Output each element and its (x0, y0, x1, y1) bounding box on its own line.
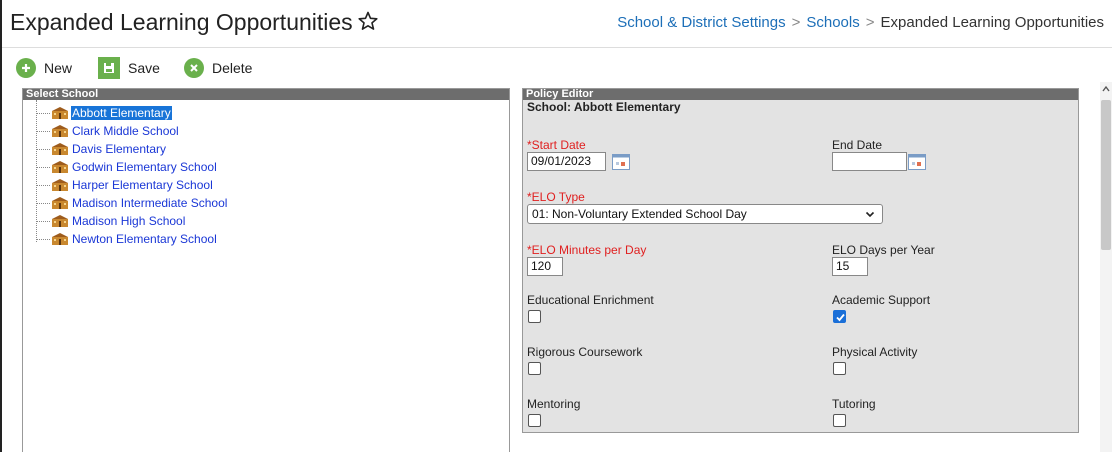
elo-minutes-label: *ELO Minutes per Day (527, 243, 647, 257)
checkmark-icon (836, 313, 845, 322)
scrollbar-thumb[interactable] (1101, 100, 1111, 250)
selected-school-label: School: Abbott Elementary (527, 100, 681, 114)
checkbox-label: Tutoring (832, 397, 876, 411)
app-window: Expanded Learning Opportunities School &… (0, 0, 1112, 452)
tree-item-school[interactable]: Abbott Elementary (23, 104, 509, 122)
tree-connector (36, 239, 50, 240)
tree-connector (36, 149, 50, 150)
new-button-label: New (44, 60, 73, 76)
school-building-icon (52, 179, 68, 191)
x-circle-icon (184, 58, 204, 78)
tree-item-school[interactable]: Madison High School (23, 212, 509, 230)
tree-item-label: Abbott Elementary (71, 106, 172, 120)
tree-item-school[interactable]: Madison Intermediate School (23, 194, 509, 212)
floppy-disk-icon (98, 57, 120, 79)
tree-item-label: Harper Elementary School (72, 178, 213, 192)
elo-type-label: *ELO Type (527, 190, 585, 204)
scroll-up-arrow-icon[interactable] (1101, 84, 1111, 94)
policy-editor-heading: Policy Editor (523, 89, 1078, 100)
new-button[interactable]: New (14, 56, 72, 80)
school-building-icon (52, 125, 68, 137)
chevron-right-icon: > (865, 14, 875, 31)
tree-connector (36, 113, 50, 114)
tree-item-label: Newton Elementary School (72, 232, 217, 246)
calendar-icon[interactable] (612, 154, 630, 170)
calendar-icon[interactable] (908, 154, 926, 170)
tree-connector (36, 203, 50, 204)
start-date-input[interactable]: 09/01/2023 (527, 152, 606, 171)
checkbox-label: Academic Support (832, 293, 931, 307)
tree-item-label: Clark Middle School (72, 124, 179, 138)
tree-connector (36, 185, 50, 186)
school-tree: Abbott Elementary Clark Middle School Davi… (23, 100, 509, 248)
breadcrumb-current: Expanded Learning Opportunities (880, 14, 1105, 31)
delete-button-label: Delete (212, 60, 253, 76)
tree-item-school[interactable]: Davis Elementary (23, 140, 509, 158)
end-date-input[interactable] (832, 152, 907, 171)
breadcrumb-link-schools[interactable]: Schools (806, 14, 859, 31)
school-building-icon (52, 107, 68, 119)
tree-item-label: Madison Intermediate School (72, 196, 228, 210)
tree-item-school[interactable]: Harper Elementary School (23, 176, 509, 194)
tree-connector (36, 221, 50, 222)
checkbox[interactable] (833, 414, 846, 427)
checkbox[interactable] (528, 362, 541, 375)
elo-days-label: ELO Days per Year (832, 243, 935, 257)
chevron-right-icon: > (791, 14, 801, 31)
plus-icon (16, 58, 36, 78)
breadcrumb: School & District Settings > Schools > Expan… (617, 14, 1104, 31)
elo-days-input[interactable]: 15 (832, 257, 868, 276)
chevron-down-icon (865, 211, 875, 218)
checkbox-label: Physical Activity (832, 345, 918, 359)
tree-item-label: Davis Elementary (72, 142, 167, 156)
elo-type-selected-value: 01: Non-Voluntary Extended School Day (532, 207, 747, 221)
checkbox[interactable] (833, 310, 846, 323)
checkbox-label: Educational Enrichment (527, 293, 654, 307)
checkbox[interactable] (528, 414, 541, 427)
end-date-label: End Date (832, 138, 883, 152)
tree-connector (36, 131, 50, 132)
checkbox[interactable] (528, 310, 541, 323)
school-building-icon (52, 215, 68, 227)
tree-item-label: Godwin Elementary School (72, 160, 217, 174)
delete-button[interactable]: Delete (182, 56, 252, 80)
toolbar: New Save Delete (2, 54, 402, 82)
select-school-heading: Select School (23, 89, 509, 100)
tree-item-school[interactable]: Clark Middle School (23, 122, 509, 140)
school-building-icon (52, 143, 68, 155)
breadcrumb-link-settings[interactable]: School & District Settings (617, 14, 785, 31)
school-building-icon (52, 233, 68, 245)
save-button[interactable]: Save (98, 56, 160, 80)
tree-item-label: Madison High School (72, 214, 186, 228)
checkbox-label: Rigorous Coursework (527, 345, 643, 359)
school-building-icon (52, 161, 68, 173)
checkbox[interactable] (833, 362, 846, 375)
school-building-icon (52, 197, 68, 209)
page-header: Expanded Learning Opportunities School &… (2, 0, 1112, 48)
checkbox-label: Mentoring (527, 397, 581, 411)
save-button-label: Save (128, 60, 160, 76)
tree-item-school[interactable]: Godwin Elementary School (23, 158, 509, 176)
star-icon[interactable] (358, 11, 378, 31)
elo-minutes-input[interactable]: 120 (527, 257, 563, 276)
policy-editor-panel: Policy Editor School: Abbott Elementary … (522, 88, 1079, 433)
start-date-label: *Start Date (527, 138, 586, 152)
page-title: Expanded Learning Opportunities (10, 9, 353, 35)
select-school-panel: Select School Abbott Elementary Clark Mid… (22, 88, 510, 452)
tree-item-school[interactable]: Newton Elementary School (23, 230, 509, 248)
tree-connector (36, 167, 50, 168)
elo-type-select[interactable]: 01: Non-Voluntary Extended School Day (527, 204, 883, 224)
